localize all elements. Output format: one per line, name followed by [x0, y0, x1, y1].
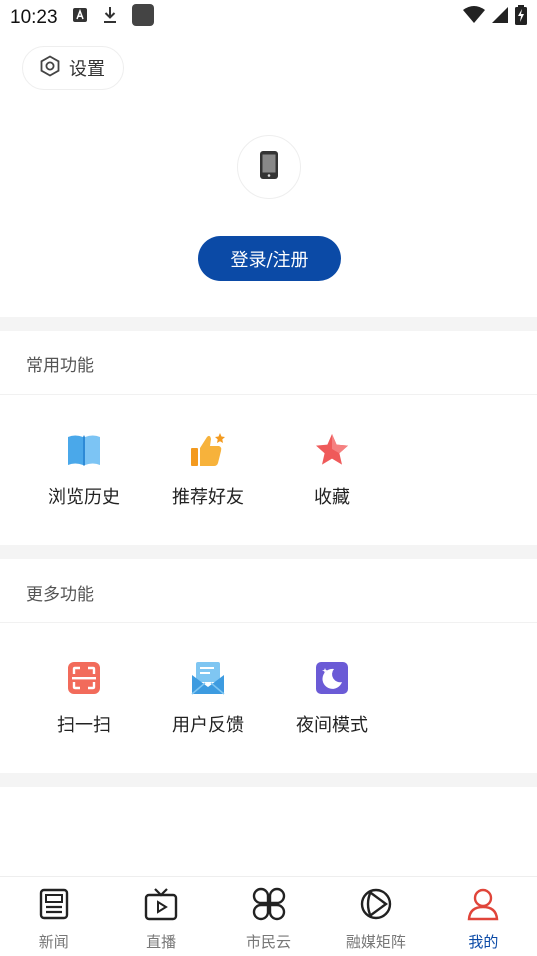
- common-functions-title: 常用功能: [26, 356, 94, 376]
- matrix-icon: [358, 886, 394, 922]
- section-divider: [0, 545, 537, 559]
- tab-mine-label: 我的: [468, 933, 499, 951]
- settings-button[interactable]: 设置: [22, 46, 124, 90]
- section-divider: [0, 773, 537, 787]
- tab-live[interactable]: 直播: [107, 877, 214, 956]
- login-register-button[interactable]: 登录/注册: [198, 236, 341, 281]
- user-feedback-label: 用户反馈: [172, 715, 244, 736]
- scan-item[interactable]: 扫一扫: [22, 658, 146, 737]
- clover-grid-icon: [251, 886, 287, 922]
- status-bar: 10:23: [0, 0, 537, 36]
- tab-news-label: 新闻: [38, 933, 69, 951]
- settings-label: 设置: [69, 59, 105, 80]
- status-right: [463, 5, 527, 31]
- night-mode-label: 夜间模式: [296, 715, 368, 736]
- scan-icon: [64, 658, 104, 698]
- tab-news[interactable]: 新闻: [0, 877, 107, 956]
- app-notification-icon: [131, 4, 154, 32]
- settings-hexagon-icon: [39, 54, 61, 82]
- book-icon: [64, 430, 104, 470]
- avatar[interactable]: [237, 135, 301, 199]
- recommend-friend-label: 推荐好友: [172, 487, 244, 508]
- star-icon: [312, 430, 352, 470]
- download-icon: [102, 6, 118, 30]
- section-rule: [0, 394, 537, 395]
- tab-citizen-cloud[interactable]: 市民云: [215, 877, 322, 956]
- section-rule: [0, 622, 537, 623]
- user-feedback-item[interactable]: 用户反馈: [146, 658, 270, 737]
- status-left: 10:23: [10, 4, 154, 32]
- battery-charging-icon: [515, 5, 527, 31]
- signal-icon: [491, 6, 509, 30]
- status-time: 10:23: [10, 7, 58, 28]
- scan-label: 扫一扫: [57, 715, 111, 736]
- tab-citizen-cloud-label: 市民云: [246, 933, 292, 951]
- tab-live-label: 直播: [146, 933, 177, 951]
- bottom-tab-bar: 新闻 直播 市民云 融媒矩阵 我的: [0, 876, 537, 956]
- favorites-label: 收藏: [314, 487, 350, 508]
- moon-icon: [312, 658, 352, 698]
- phone-icon: [260, 151, 278, 183]
- news-icon: [36, 886, 72, 922]
- more-functions-title: 更多功能: [26, 585, 94, 605]
- night-mode-item[interactable]: 夜间模式: [270, 658, 394, 737]
- browse-history-item[interactable]: 浏览历史: [22, 430, 146, 509]
- tab-mine[interactable]: 我的: [430, 877, 537, 956]
- thumbs-up-icon: [188, 430, 228, 470]
- browse-history-label: 浏览历史: [48, 487, 120, 508]
- tv-play-icon: [143, 886, 179, 922]
- tab-media-matrix[interactable]: 融媒矩阵: [322, 877, 429, 956]
- keyboard-a-icon: [72, 7, 88, 29]
- favorites-item[interactable]: 收藏: [270, 430, 394, 509]
- tab-media-matrix-label: 融媒矩阵: [345, 933, 406, 951]
- wifi-icon: [463, 6, 485, 30]
- feedback-mail-icon: [188, 658, 228, 698]
- section-divider: [0, 317, 537, 331]
- recommend-friend-item[interactable]: 推荐好友: [146, 430, 270, 509]
- user-icon: [465, 886, 501, 922]
